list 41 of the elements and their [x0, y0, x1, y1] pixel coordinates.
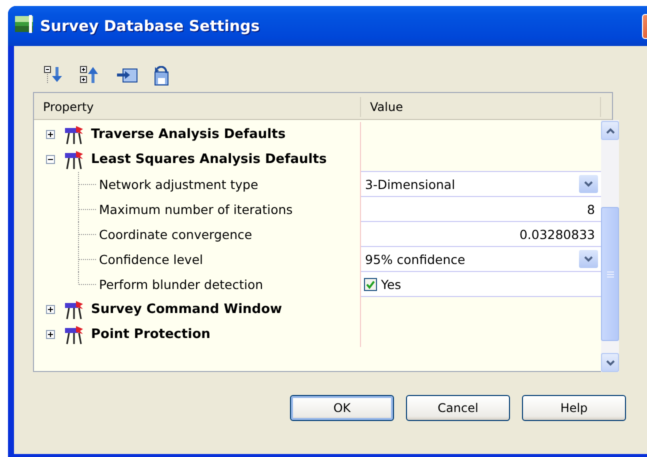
- column-header[interactable]: Value: [361, 97, 601, 117]
- scrollbar[interactable]: [601, 120, 619, 372]
- checkbox[interactable]: [364, 278, 377, 290]
- property-label: Perform blunder detection: [99, 277, 264, 292]
- collapse-icon[interactable]: [46, 155, 55, 164]
- scroll-up-button[interactable]: [601, 121, 619, 140]
- help-button[interactable]: Help: [522, 395, 626, 421]
- category-label[interactable]: Traverse Analysis Defaults: [91, 127, 286, 142]
- collapse-all-icon[interactable]: [44, 66, 64, 84]
- save-icon[interactable]: [154, 66, 170, 86]
- expand-icon[interactable]: [46, 130, 55, 139]
- survey-instrument-icon: [64, 150, 84, 170]
- scroll-thumb[interactable]: [601, 207, 619, 341]
- survey-instrument-icon: [64, 324, 84, 344]
- value-field[interactable]: 0.03280833: [519, 226, 601, 242]
- category-label[interactable]: Least Squares Analysis Defaults: [91, 152, 327, 167]
- column-header[interactable]: Property: [34, 97, 361, 117]
- window-title: Survey Database Settings: [40, 17, 260, 35]
- tree-line: [78, 172, 96, 197]
- property-label: Maximum number of iterations: [99, 202, 293, 217]
- tree-line: [78, 197, 96, 222]
- property-label: Network adjustment type: [99, 177, 258, 192]
- expand-icon[interactable]: [46, 305, 55, 314]
- chevron-down-icon: [606, 360, 614, 366]
- survey-instrument-icon: [64, 300, 84, 320]
- ok-button[interactable]: OK: [290, 395, 394, 421]
- tree-line: [78, 222, 96, 247]
- cancel-button[interactable]: Cancel: [406, 395, 510, 421]
- scroll-down-button[interactable]: [601, 353, 619, 372]
- expand-all-icon[interactable]: [80, 66, 100, 84]
- property-label: Coordinate convergence: [99, 227, 252, 242]
- app-icon: [15, 15, 35, 33]
- expand-icon[interactable]: [46, 330, 55, 339]
- value-field[interactable]: 8: [587, 202, 601, 216]
- import-icon[interactable]: [116, 66, 138, 84]
- checkbox-label: Yes: [380, 276, 402, 292]
- category-label[interactable]: Point Protection: [91, 327, 210, 342]
- property-label: Confidence level: [99, 252, 203, 267]
- survey-instrument-icon: [64, 124, 84, 144]
- chevron-up-icon: [606, 128, 614, 134]
- category-label[interactable]: Survey Command Window: [91, 302, 282, 317]
